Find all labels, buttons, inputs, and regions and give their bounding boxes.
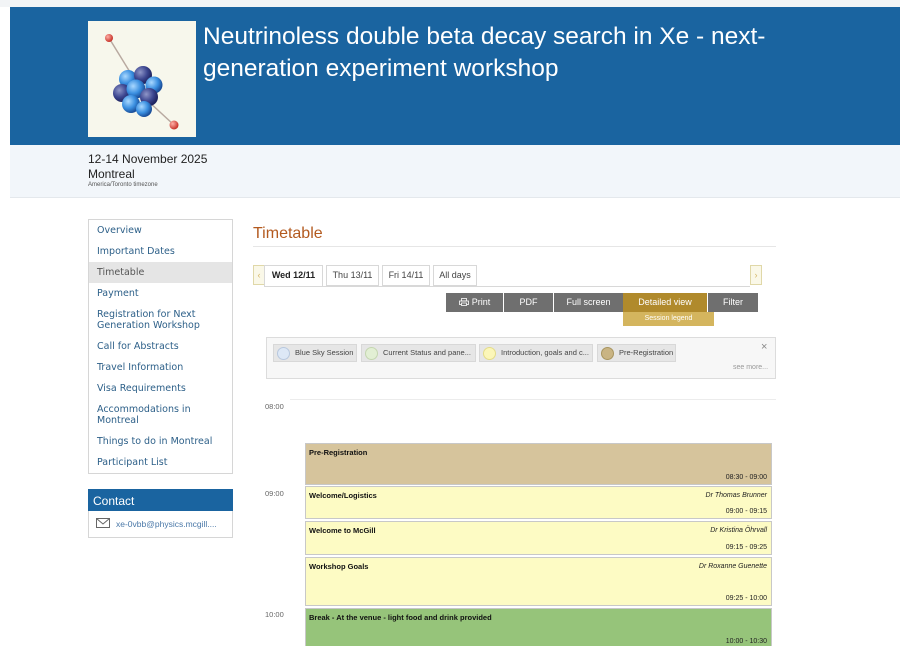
timetable-entry-welcome-mcgill[interactable]: Welcome to McGill Dr Kristina Öhrvall 09… — [305, 521, 772, 555]
event-timezone: America/Toronto timezone — [88, 182, 158, 188]
legend-label: Introduction, goals and c... — [501, 348, 589, 357]
legend-swatch — [277, 347, 290, 360]
legend-label: Pre-Registration — [619, 348, 674, 357]
top-strip — [0, 0, 900, 7]
menu-item-participant-list[interactable]: Participant List — [89, 452, 232, 473]
print-label: Print — [471, 297, 491, 307]
entry-title: Welcome to McGill — [309, 526, 376, 535]
entry-title: Break - At the venue - light food and dr… — [309, 613, 492, 622]
chevron-left-icon: ‹ — [257, 270, 261, 280]
hour-label-09: 09:00 — [265, 489, 284, 498]
tab-wed[interactable]: Wed 12/11 — [264, 265, 323, 287]
event-info-band: 12-14 November 2025 Montreal America/Tor… — [10, 145, 900, 198]
hour-line — [290, 399, 776, 400]
menu-item-things-to-do[interactable]: Things to do in Montreal — [89, 431, 232, 452]
entry-title: Workshop Goals — [309, 562, 369, 571]
legend-label: Blue Sky Session — [295, 348, 354, 357]
legend-swatch — [365, 347, 378, 360]
see-more-link[interactable]: see more... — [733, 364, 768, 371]
entry-title: Welcome/Logistics — [309, 491, 377, 500]
legend-item-blue-sky[interactable]: Blue Sky Session — [273, 344, 357, 362]
timetable-entry-welcome-logistics[interactable]: Welcome/Logistics Dr Thomas Brunner 09:0… — [305, 486, 772, 519]
chevron-right-icon: › — [754, 270, 758, 280]
entry-time: 08:30 - 09:00 — [725, 474, 767, 481]
contact-box: xe-0vbb@physics.mcgill.... — [88, 511, 233, 538]
tab-thu[interactable]: Thu 13/11 — [326, 265, 379, 286]
entry-speaker: Dr Thomas Brunner — [705, 492, 767, 499]
entry-time: 09:25 - 10:00 — [725, 595, 767, 602]
hour-label-08: 08:00 — [265, 402, 284, 411]
close-icon[interactable]: × — [761, 341, 767, 353]
session-legend-button[interactable]: Session legend — [623, 312, 714, 326]
event-title: Neutrinoless double beta decay search in… — [203, 23, 766, 82]
side-menu: Overview Important Dates Timetable Payme… — [88, 219, 233, 474]
menu-item-accommodations[interactable]: Accommodations in Montreal — [89, 399, 232, 431]
page-title: Timetable — [253, 225, 323, 242]
tab-all-days[interactable]: All days — [433, 265, 477, 286]
tab-fri[interactable]: Fri 14/11 — [382, 265, 430, 286]
envelope-icon — [96, 518, 110, 528]
legend-swatch — [601, 347, 614, 360]
legend-item-introduction[interactable]: Introduction, goals and c... — [479, 344, 593, 362]
title-divider — [253, 246, 776, 247]
atom-logo-icon — [105, 34, 179, 130]
event-dates: 12-14 November 2025 — [88, 152, 208, 166]
timetable-entry-break[interactable]: Break - At the venue - light food and dr… — [305, 608, 772, 646]
printer-icon — [458, 298, 469, 306]
timetable-entry-pre-registration[interactable]: Pre-Registration 08:30 - 09:00 — [305, 443, 772, 485]
legend-item-current-status[interactable]: Current Status and pane... — [361, 344, 476, 362]
tabs-next-button[interactable]: › — [750, 265, 762, 285]
contact-heading: Contact — [88, 489, 233, 511]
menu-item-overview[interactable]: Overview — [89, 220, 232, 241]
menu-item-registration[interactable]: Registration for Next Generation Worksho… — [89, 304, 232, 336]
timetable-entry-workshop-goals[interactable]: Workshop Goals Dr Roxanne Guenette 09:25… — [305, 557, 772, 606]
tabs-baseline — [264, 286, 750, 287]
menu-item-visa-requirements[interactable]: Visa Requirements — [89, 378, 232, 399]
hour-label-10: 10:00 — [265, 610, 284, 619]
legend-item-pre-registration[interactable]: Pre-Registration — [597, 344, 676, 362]
print-button[interactable]: Print — [446, 293, 503, 312]
legend-label: Current Status and pane... — [383, 348, 471, 357]
event-city: Montreal — [88, 167, 135, 181]
contact-email-link[interactable]: xe-0vbb@physics.mcgill.... — [116, 519, 228, 529]
entry-time: 09:15 - 09:25 — [725, 544, 767, 551]
entry-title: Pre-Registration — [309, 448, 368, 457]
event-logo[interactable] — [88, 21, 196, 137]
entry-speaker: Dr Roxanne Guenette — [698, 563, 767, 570]
filter-button[interactable]: Filter — [708, 293, 758, 312]
entry-time: 09:00 - 09:15 — [725, 508, 767, 515]
menu-item-payment[interactable]: Payment — [89, 283, 232, 304]
menu-item-travel-information[interactable]: Travel Information — [89, 357, 232, 378]
detailed-view-button[interactable]: Detailed view — [623, 293, 707, 312]
event-header: Neutrinoless double beta decay search in… — [10, 7, 900, 145]
legend-swatch — [483, 347, 496, 360]
menu-item-timetable[interactable]: Timetable — [89, 262, 232, 283]
menu-item-important-dates[interactable]: Important Dates — [89, 241, 232, 262]
fullscreen-button[interactable]: Full screen — [554, 293, 623, 312]
menu-item-call-for-abstracts[interactable]: Call for Abstracts — [89, 336, 232, 357]
session-legend-panel: Blue Sky Session Current Status and pane… — [266, 337, 776, 379]
pdf-button[interactable]: PDF — [504, 293, 553, 312]
entry-speaker: Dr Kristina Öhrvall — [710, 527, 767, 534]
entry-time: 10:00 - 10:30 — [725, 638, 767, 645]
